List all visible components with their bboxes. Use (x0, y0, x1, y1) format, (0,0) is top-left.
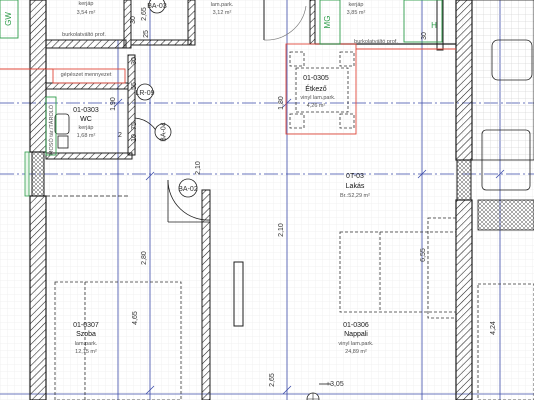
room-name-dining: Étkező (305, 84, 327, 93)
dim-30c: 30 (421, 32, 428, 40)
utility-note-left: burkolatváltó prof. (62, 32, 106, 38)
room-area-bedroom: 12,75 m² (75, 349, 97, 355)
tag-mg: MG (323, 16, 332, 29)
room-id-bedroom: 01-0307 (73, 322, 99, 329)
appliance-note: gépészet mennyezet (61, 72, 112, 78)
dim-2: 2 (118, 132, 122, 139)
room-name-living: Nappali (344, 331, 368, 338)
top-right-area: 3,85 m² (347, 10, 366, 16)
top-mid-desc: lam.park. (211, 2, 234, 8)
dim-180: 1,80 (278, 96, 285, 110)
dim-25: 25 (143, 30, 150, 38)
dim-655: 6,55 (420, 248, 427, 262)
room-id-living: 01-0306 (343, 322, 369, 329)
top-left-area: 3,54 m² (77, 10, 96, 16)
dim-190: 1,90 (110, 97, 117, 111)
room-id-wc: 01-0303 (73, 107, 99, 114)
dim-280: 2,80 (141, 251, 148, 265)
dim-210b: 2,10 (195, 161, 202, 175)
room-id-main: 0T-03 (346, 173, 364, 180)
tag-gw: GW (4, 12, 13, 26)
tag-lr: LR-09 (135, 90, 154, 97)
room-desc-dining: vinyl lam.park. (300, 95, 336, 101)
floor-plan: 0T-03 Lakás Br.:52,29 m² 01-0305 Étkező … (0, 0, 534, 400)
dim-10: 10 (131, 134, 138, 142)
room-desc-bedroom: lam.park. (75, 341, 98, 347)
room-name-wc: WC (80, 116, 92, 123)
dim-210a: 2,10 (278, 223, 285, 237)
level-label: +3,05 (326, 381, 344, 388)
room-name-bedroom: Szoba (76, 331, 96, 338)
utility-note: burkolatváltó prof. (354, 39, 398, 45)
top-right-desc: kerjáp (349, 2, 364, 8)
dim-30a: 30 (130, 16, 137, 24)
tag-ba02: BA-02 (178, 186, 198, 193)
tag-h: H (431, 21, 437, 30)
dim-265b: 2,65 (141, 7, 148, 21)
room-desc-wc: kerjáp (79, 125, 94, 131)
dim-424: 4,24 (490, 321, 497, 335)
dim-55: 55 (131, 82, 138, 90)
room-area-main: Br.:52,29 m² (340, 193, 370, 199)
top-mid-area: 3,12 m² (213, 10, 232, 16)
room-area-wc: 1,68 m² (77, 133, 96, 139)
top-left-desc: kerjáp (79, 1, 94, 7)
dim-465: 4,65 (132, 311, 139, 325)
room-desc-living: vinyl lam.park. (338, 341, 374, 347)
dim-265: 2,65 (269, 373, 276, 387)
room-area-dining: 4,26 m² (307, 103, 326, 109)
vertical-note: MOSÓ tár./TÁROLÓ (48, 104, 55, 155)
dim-75: 75 (131, 122, 138, 130)
tag-ba03: BA-03 (147, 3, 167, 10)
dim-30b: 30 (131, 57, 138, 65)
tag-ba04: BA-04 (161, 122, 168, 142)
room-id-dining: 01-0305 (303, 75, 329, 82)
room-area-living: 24,89 m² (345, 349, 367, 355)
floor-grid (0, 0, 534, 400)
room-name-main: Lakás (346, 183, 365, 190)
